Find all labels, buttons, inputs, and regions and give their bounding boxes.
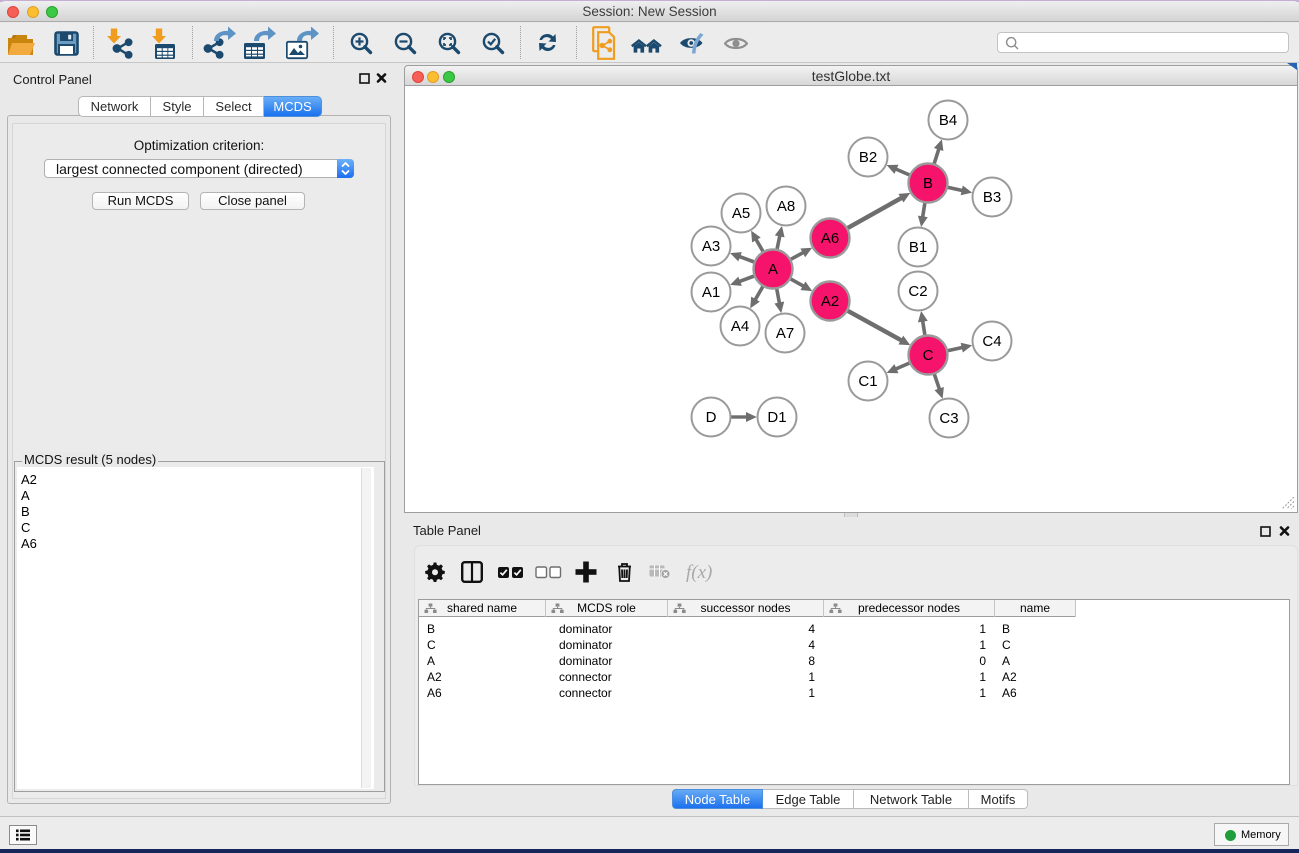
svg-text:A1: A1 xyxy=(702,284,720,301)
svg-text:B1: B1 xyxy=(909,239,927,256)
svg-text:C4: C4 xyxy=(982,333,1001,350)
svg-text:A8: A8 xyxy=(777,198,795,215)
svg-text:A2: A2 xyxy=(821,293,839,310)
svg-text:D1: D1 xyxy=(767,409,786,426)
svg-text:B: B xyxy=(923,175,933,192)
svg-text:C: C xyxy=(923,347,934,364)
svg-text:C3: C3 xyxy=(939,410,958,427)
svg-text:C1: C1 xyxy=(858,373,877,390)
svg-text:A3: A3 xyxy=(702,238,720,255)
svg-text:A6: A6 xyxy=(821,230,839,247)
svg-text:B4: B4 xyxy=(939,112,957,129)
svg-text:C2: C2 xyxy=(908,283,927,300)
svg-text:D: D xyxy=(706,409,717,426)
svg-text:B2: B2 xyxy=(859,149,877,166)
svg-text:A4: A4 xyxy=(731,318,749,335)
svg-text:A: A xyxy=(768,261,778,278)
svg-text:A7: A7 xyxy=(776,325,794,342)
svg-text:A5: A5 xyxy=(732,205,750,222)
svg-text:B3: B3 xyxy=(983,189,1001,206)
